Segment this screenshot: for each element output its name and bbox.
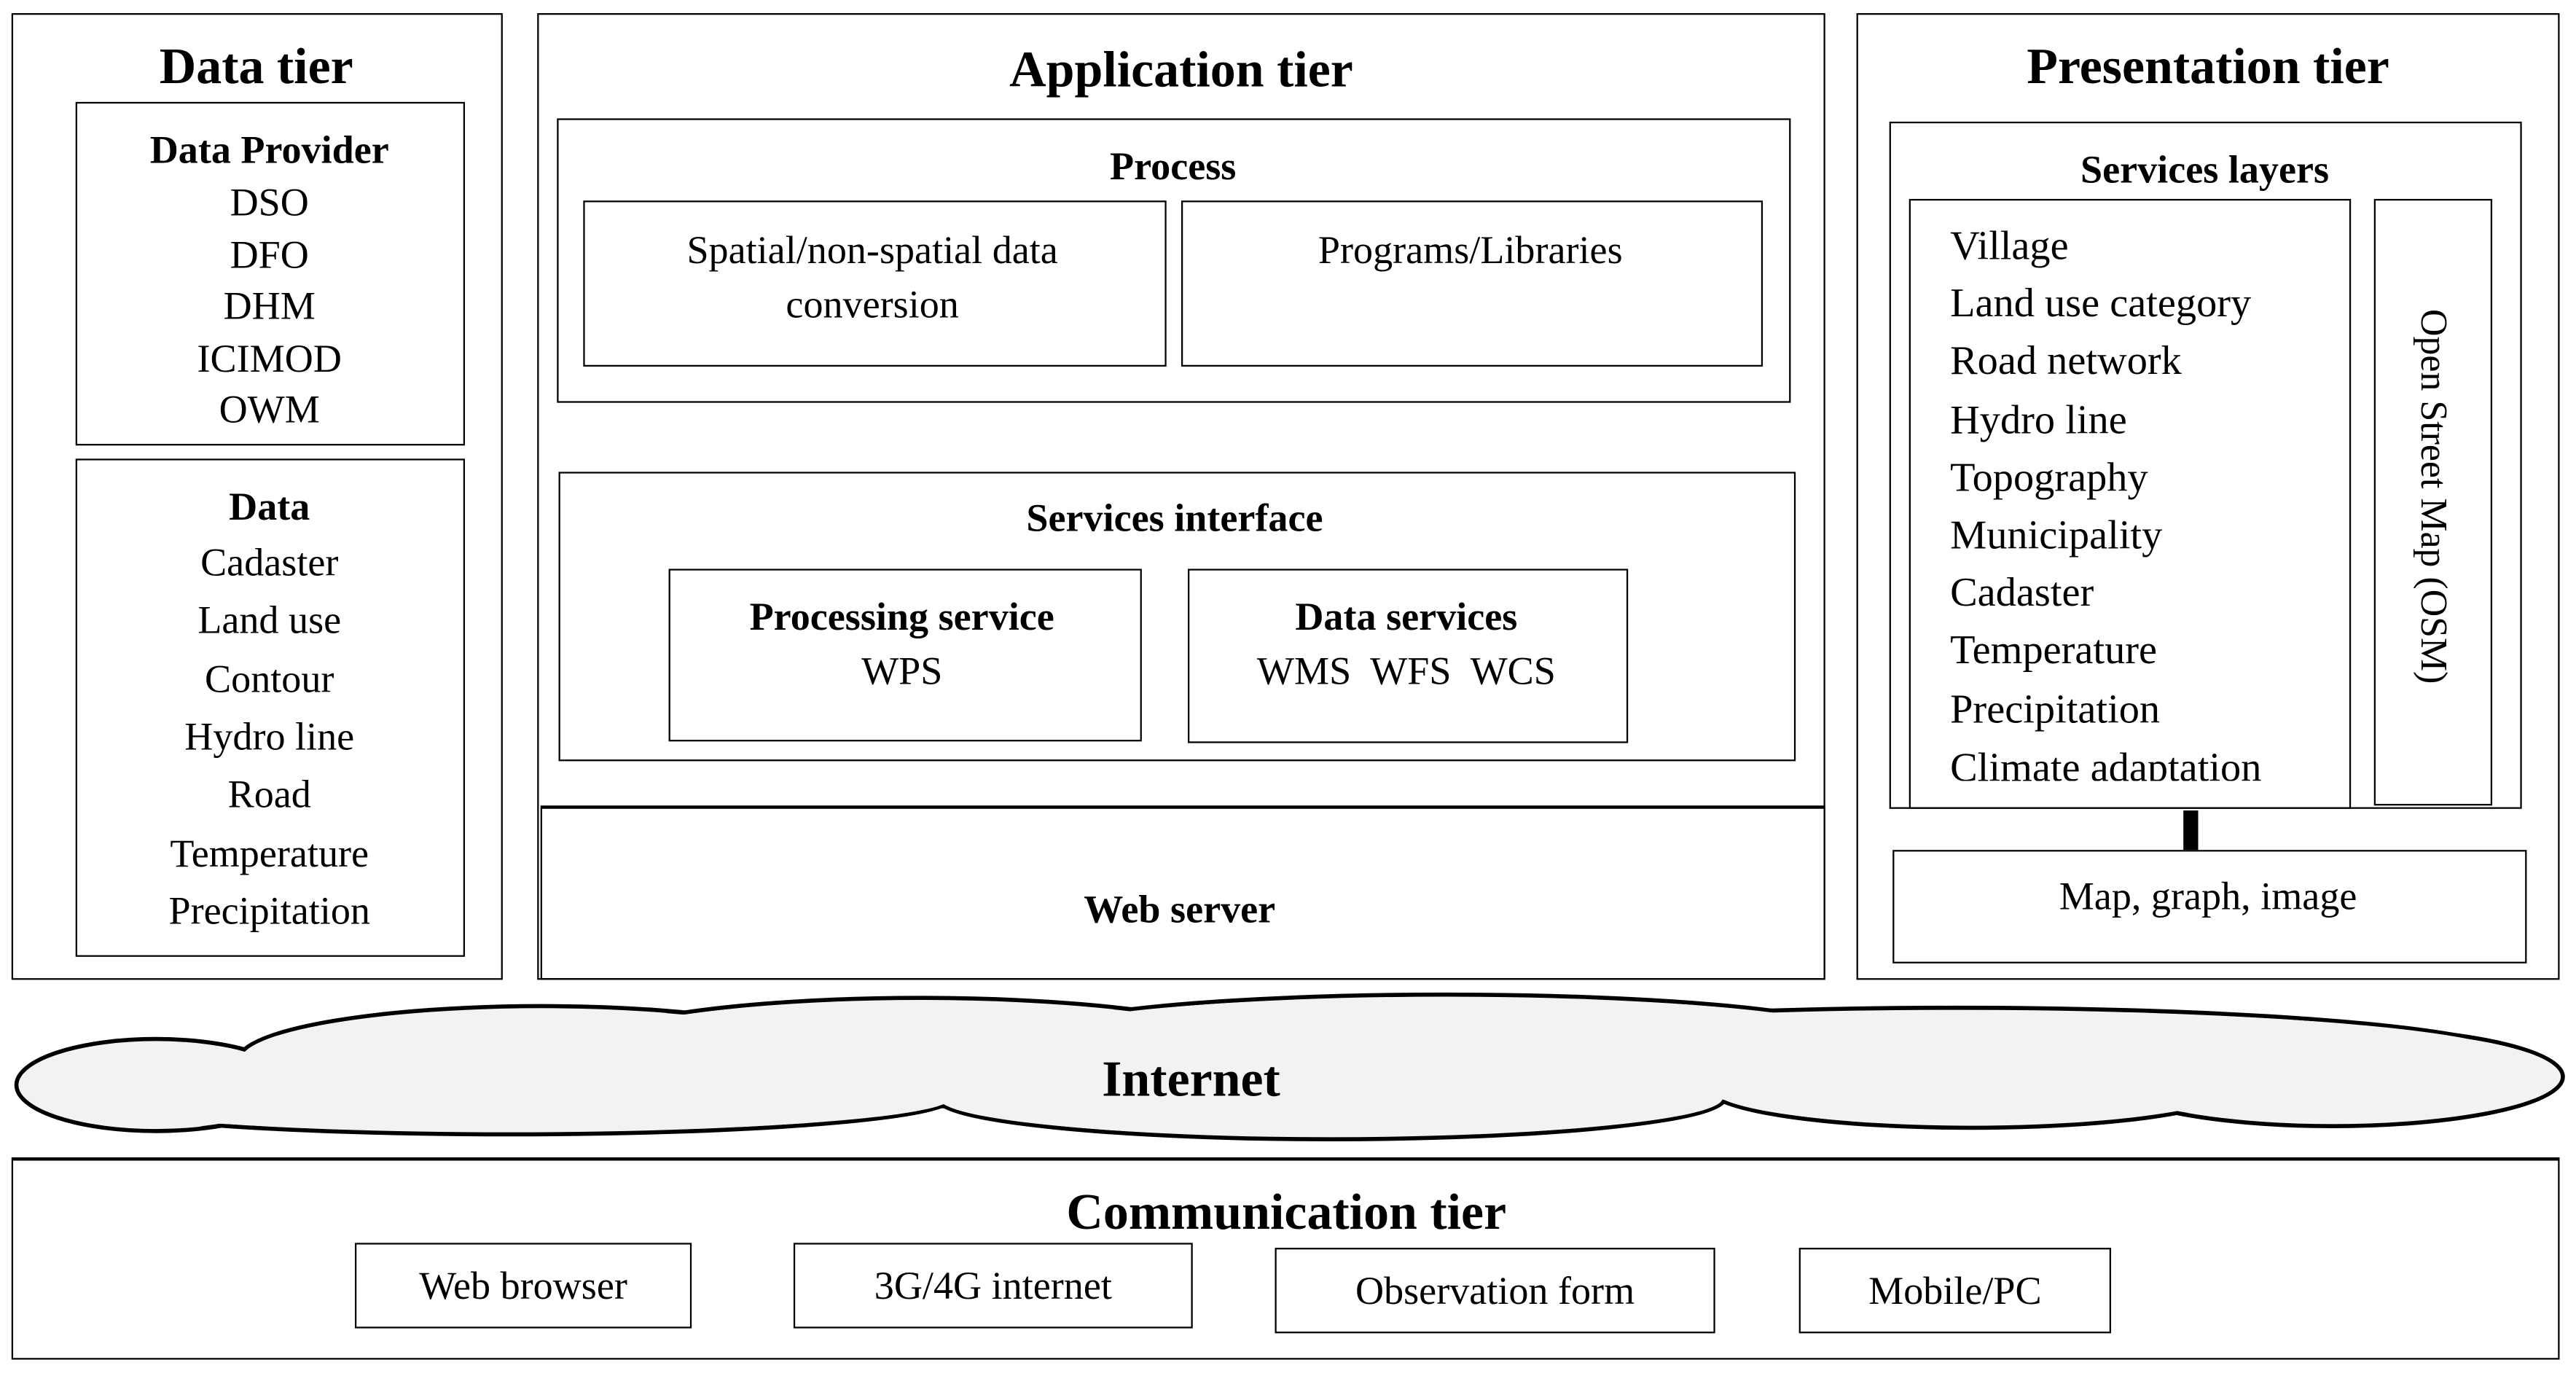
programs-box bbox=[1181, 200, 1763, 367]
service-layer-item: Topography bbox=[1950, 456, 2148, 501]
data-provider-item: DHM bbox=[223, 286, 316, 329]
conversion-label-line2: conversion bbox=[786, 284, 959, 327]
service-layer-item: Road network bbox=[1950, 340, 2182, 385]
presentation-tier-title: Presentation tier bbox=[2027, 36, 2389, 95]
data-provider-item: ICIMOD bbox=[197, 337, 342, 381]
service-layer-item: Land use category bbox=[1950, 282, 2252, 327]
programs-label: Programs/Libraries bbox=[1318, 230, 1623, 273]
output-label: Map, graph, image bbox=[2059, 876, 2357, 919]
osm-label: Open Street Map (OSM) bbox=[2413, 309, 2455, 684]
data-provider-title: Data Provider bbox=[149, 130, 389, 173]
architecture-diagram: Internet Data tier Data Provider DSO DFO D… bbox=[0, 0, 2576, 1376]
data-tier-title: Data tier bbox=[159, 36, 353, 95]
services-layers-title: Services layers bbox=[2080, 149, 2330, 192]
application-tier-title: Application tier bbox=[1009, 40, 1353, 98]
data-provider-item: DSO bbox=[230, 182, 309, 226]
communication-tier-title: Communication tier bbox=[1066, 1182, 1507, 1240]
service-layer-item: Temperature bbox=[1950, 629, 2158, 674]
data-item: Road bbox=[227, 774, 311, 818]
data-title: Data bbox=[229, 486, 310, 530]
communication-item-label: Mobile/PC bbox=[1868, 1270, 2042, 1314]
data-services-body: WMS WFS WCS bbox=[1256, 651, 1556, 694]
service-layer-item: Hydro line bbox=[1950, 398, 2127, 442]
data-provider-item: DFO bbox=[230, 234, 309, 278]
cloud-lobe bbox=[68, 1064, 951, 1133]
data-services-title: Data services bbox=[1295, 596, 1518, 640]
data-item: Hydro line bbox=[184, 716, 355, 759]
processing-service-body: WPS bbox=[861, 651, 943, 694]
connector bbox=[2183, 810, 2199, 851]
service-layer-item: Precipitation bbox=[1950, 687, 2161, 732]
communication-item-label: 3G/4G internet bbox=[874, 1265, 1112, 1309]
service-layer-item: Cadaster bbox=[1950, 571, 2094, 617]
web-server-label: Web server bbox=[1084, 889, 1276, 932]
communication-item-label: Web browser bbox=[419, 1265, 627, 1309]
service-layer-item: Climate adaptation bbox=[1950, 747, 2262, 781]
process-title: Process bbox=[1110, 146, 1237, 189]
data-item: Land use bbox=[197, 601, 342, 644]
data-provider-item: OWM bbox=[219, 389, 320, 433]
internet-label: Internet bbox=[1102, 1049, 1280, 1108]
communication-item-label: Observation form bbox=[1355, 1270, 1635, 1314]
cloud-lobe bbox=[1711, 1051, 2232, 1126]
services-interface-title: Services interface bbox=[1026, 498, 1323, 542]
conversion-box bbox=[583, 200, 1167, 367]
data-item: Temperature bbox=[170, 832, 369, 876]
service-layer-item: Municipality bbox=[1950, 513, 2163, 558]
cloud-lobe bbox=[939, 1059, 1723, 1137]
processing-service-title: Processing service bbox=[749, 596, 1054, 640]
data-box bbox=[75, 458, 466, 957]
service-layer-item: Village bbox=[1950, 224, 2069, 269]
data-item: Cadaster bbox=[200, 542, 339, 586]
data-item: Contour bbox=[205, 658, 334, 702]
conversion-label-line1: Spatial/non-spatial data bbox=[686, 230, 1058, 273]
data-item: Precipitation bbox=[168, 891, 370, 934]
